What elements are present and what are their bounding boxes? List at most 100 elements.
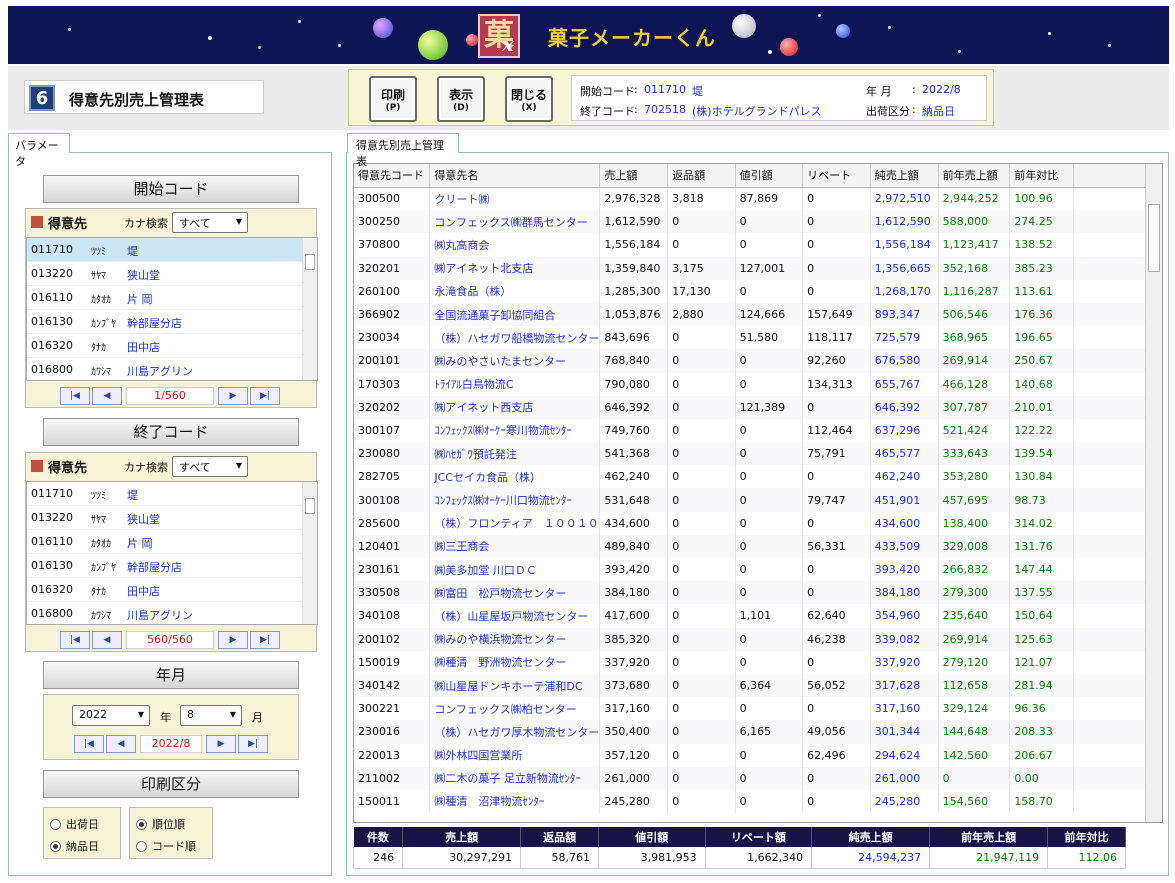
first-icon[interactable]: |◀	[74, 735, 104, 753]
table-row[interactable]: 320201 ㈱アイネット北支店 1,359,840 3,175 127,001 0 1,3…	[354, 256, 1162, 280]
list-item[interactable]: 016320 ﾀﾅｶ 田中店	[27, 578, 303, 602]
list-item[interactable]: 011710 ﾂﾂﾐ 堤	[27, 482, 303, 506]
list-item-code: 011710	[31, 243, 73, 256]
tab-parameters[interactable]: パラメータ	[8, 133, 70, 168]
close-button[interactable]: 閉じる (X)	[505, 76, 553, 122]
year-month-label: 年 月	[866, 85, 892, 98]
table-row[interactable]: 150011 ㈱種清 沼津物流ｾﾝﾀｰ 245,280 0 0 0 245,280 154,5…	[354, 789, 1162, 814]
list-item[interactable]: 013220 ｻﾔﾏ 狭山堂	[27, 262, 303, 286]
cell-return-amount: 0	[667, 326, 736, 350]
table-row[interactable]: 260100 永滝食品（株） 1,285,300 17,130 0 0 1,268,170 1…	[354, 279, 1162, 303]
radio-code-order[interactable]: コード順	[136, 838, 196, 854]
first-icon[interactable]: |◀	[60, 631, 90, 649]
start-customer-list[interactable]: 011710 ﾂﾂﾐ 堤 013220 ｻﾔﾏ 狭山堂 016110 ｶﾀｵｶ 片 岡 01…	[26, 237, 318, 381]
last-icon[interactable]: ▶|	[238, 735, 268, 753]
list-item[interactable]: 016130 ｶﾝﾌﾞﾔ 幹部屋分店	[27, 310, 303, 334]
kana-search-select[interactable]: すべて	[172, 456, 248, 477]
column-header-discount-amount[interactable]: 値引額	[735, 164, 804, 188]
table-row[interactable]: 170303 ﾄﾗｲｱﾙ白鳥物流C 790,080 0 0 134,313 655,767 4…	[354, 372, 1162, 396]
total-count: 246	[352, 847, 404, 869]
list-item-kana: ｶﾜｼﾏ	[91, 367, 111, 378]
radio-rank-order[interactable]: 順位順	[136, 816, 185, 832]
table-row[interactable]: 282705 JCCセイカ食品（株） 462,240 0 0 0 462,240 353,28…	[354, 465, 1162, 489]
kana-search-select[interactable]: すべて	[172, 212, 248, 233]
cell-rebate-amount: 56,331	[802, 534, 871, 558]
table-row[interactable]: 120401 ㈱三王商会 489,840 0 0 56,331 433,509 329,008…	[354, 534, 1162, 558]
next-icon[interactable]: ▶	[218, 631, 248, 649]
cell-customer-name: （株）フロンティア １００１０	[429, 511, 601, 535]
cell-discount-amount: 0	[735, 627, 804, 651]
table-row[interactable]: 220013 ㈱外林四国営業所 357,120 0 0 62,496 294,624 142,…	[354, 743, 1162, 767]
list-item[interactable]: 016110 ｶﾀｵｶ 片 岡	[27, 286, 303, 310]
list-item[interactable]: 016800 ｶﾜｼﾏ 川島アグリン	[27, 602, 303, 624]
column-header-customer-name[interactable]: 得意先名	[429, 164, 601, 188]
end-customer-list[interactable]: 011710 ﾂﾂﾐ 堤 013220 ｻﾔﾏ 狭山堂 016110 ｶﾀｵｶ 片 岡 01…	[26, 481, 318, 625]
table-row[interactable]: 230034 （株）ハセガワ船橋物流センター 843,696 0 51,580 118,1…	[354, 326, 1162, 350]
cell-yoy-ratio: 96.36	[1009, 697, 1074, 721]
display-button[interactable]: 表示 (D)	[437, 76, 485, 122]
cell-discount-amount: 0	[735, 766, 804, 790]
column-header-rebate-amount[interactable]: リベート	[802, 164, 871, 188]
list-item[interactable]: 013220 ｻﾔﾏ 狭山堂	[27, 506, 303, 530]
table-row[interactable]: 300500 クリート㈱ 2,976,328 3,818 87,869 0 2,972,51…	[354, 187, 1162, 211]
next-icon[interactable]: ▶	[218, 387, 248, 405]
last-icon[interactable]: ▶|	[250, 387, 280, 405]
month-select[interactable]: 8	[180, 705, 242, 726]
cell-discount-amount: 0	[735, 743, 804, 767]
table-row[interactable]: 366902 全国流通菓子卸協同組合 1,053,876 2,880 124,666 15…	[354, 302, 1162, 327]
column-header-sales-amount[interactable]: 売上額	[599, 164, 669, 188]
cell-return-amount: 0	[667, 627, 736, 651]
next-icon[interactable]: ▶	[206, 735, 236, 753]
radio-off-icon	[50, 819, 61, 830]
radio-ship-date[interactable]: 出荷日	[50, 816, 99, 832]
list-item[interactable]: 016320 ﾀﾅｶ 田中店	[27, 334, 303, 358]
cell-customer-name: ｺﾝﾌｪｯｸｽ㈱ｵｰｹｰ川口物流ｾﾝﾀｰ	[429, 488, 601, 512]
table-row[interactable]: 230080 ㈱ﾊｾｶﾞﾜ預託発注 541,368 0 0 75,791 465,577 33…	[354, 442, 1162, 466]
column-header-yoy-ratio[interactable]: 前年対比	[1009, 164, 1074, 188]
list-item[interactable]: 016110 ｶﾀｵｶ 片 岡	[27, 530, 303, 554]
list-item-kana: ｶﾜｼﾏ	[91, 611, 111, 622]
table-row[interactable]: 370800 ㈱丸高商会 1,556,184 0 0 0 1,556,184 1,123,41…	[354, 233, 1162, 257]
table-row[interactable]: 150019 ㈱種清 野洲物流センター 337,920 0 0 0 337,920 279,1…	[354, 650, 1162, 674]
radio-delivery-date[interactable]: 納品日	[50, 838, 99, 854]
table-row[interactable]: 211002 ㈱二木の菓子 足立新物流ｾﾝﾀｰ 261,000 0 0 0 261,000 0…	[354, 766, 1162, 790]
prev-icon[interactable]: ◀	[106, 735, 136, 753]
last-icon[interactable]: ▶|	[250, 631, 280, 649]
table-row[interactable]: 285600 （株）フロンティア １００１０ 434,600 0 0 0 434,600 13…	[354, 511, 1162, 535]
table-row[interactable]: 340142 ㈱山星屋ドンキホーテ浦和DC 373,680 0 6,364 56,052 3…	[354, 673, 1162, 698]
cell-prev-year-sales: 307,787	[938, 395, 1011, 419]
year-select[interactable]: 2022	[72, 705, 150, 726]
cell-yoy-ratio: 0.00	[1009, 766, 1074, 790]
start-code-heading: 開始コード	[43, 175, 299, 203]
list-item[interactable]: 016130 ｶﾝﾌﾞﾔ 幹部屋分店	[27, 554, 303, 578]
prev-icon[interactable]: ◀	[92, 631, 122, 649]
list-scrollbar[interactable]	[302, 482, 317, 624]
grid-scrollbar[interactable]	[1145, 164, 1162, 822]
list-scrollbar[interactable]	[302, 238, 317, 380]
column-header-net-sales[interactable]: 純売上額	[870, 164, 939, 188]
red-ball-decoration	[373, 18, 393, 38]
column-header-prev-year-sales[interactable]: 前年売上額	[938, 164, 1011, 188]
table-row[interactable]: 230161 ㈱美多加堂 川口ＤＣ 393,420 0 0 0 393,420 266,832…	[354, 558, 1162, 582]
print-button[interactable]: 印刷 (P)	[369, 76, 417, 122]
sales-grid[interactable]: 得意先コード 得意先名 売上額 返品額 値引額 リベート 純売上額 前年売上額 前年対比 300…	[353, 163, 1163, 823]
first-icon[interactable]: |◀	[60, 387, 90, 405]
table-row[interactable]: 200102 ㈱みのや横浜物流センター 385,320 0 0 46,238 339,082…	[354, 627, 1162, 651]
list-item[interactable]: 011710 ﾂﾂﾐ 堤	[27, 238, 303, 262]
table-row[interactable]: 200101 ㈱みのやさいたまセンター 768,840 0 0 92,260 676,580…	[354, 349, 1162, 373]
column-header-return-amount[interactable]: 返品額	[667, 164, 736, 188]
table-row[interactable]: 300107 ｺﾝﾌｪｯｸｽ㈱ｵｰｹｰ寒川物流ｾﾝﾀｰ 749,760 0 0 112,4…	[354, 418, 1162, 443]
table-row[interactable]: 300108 ｺﾝﾌｪｯｸｽ㈱ｵｰｹｰ川口物流ｾﾝﾀｰ 531,648 0 0 79,74…	[354, 488, 1162, 512]
table-row[interactable]: 300250 コンフェックス㈱群馬センター 1,612,590 0 0 0 1,612,59…	[354, 210, 1162, 234]
cell-return-amount: 0	[667, 511, 736, 535]
table-row[interactable]: 230016 （株）ハセガワ厚木物流センター 350,400 0 6,165 49,056…	[354, 720, 1162, 744]
table-row[interactable]: 330508 ㈱富田 松戸物流センター 384,180 0 0 0 384,180 279,3…	[354, 581, 1162, 605]
prev-icon[interactable]: ◀	[92, 387, 122, 405]
cell-prev-year-sales: 142,560	[938, 743, 1011, 767]
table-row[interactable]: 320202 ㈱アイネット西支店 646,392 0 121,389 0 646,392 30…	[354, 395, 1162, 419]
cell-rebate-amount: 0	[802, 210, 871, 234]
tab-sales-report[interactable]: 得意先別売上管理表	[347, 133, 459, 168]
list-item[interactable]: 016800 ｶﾜｼﾏ 川島アグリン	[27, 358, 303, 380]
table-row[interactable]: 300221 コンフェックス㈱柏センター 317,160 0 0 0 317,160 329,…	[354, 697, 1162, 721]
table-row[interactable]: 340108 （株）山星屋坂戸物流センター 417,600 0 1,101 62,640 3…	[354, 604, 1162, 628]
